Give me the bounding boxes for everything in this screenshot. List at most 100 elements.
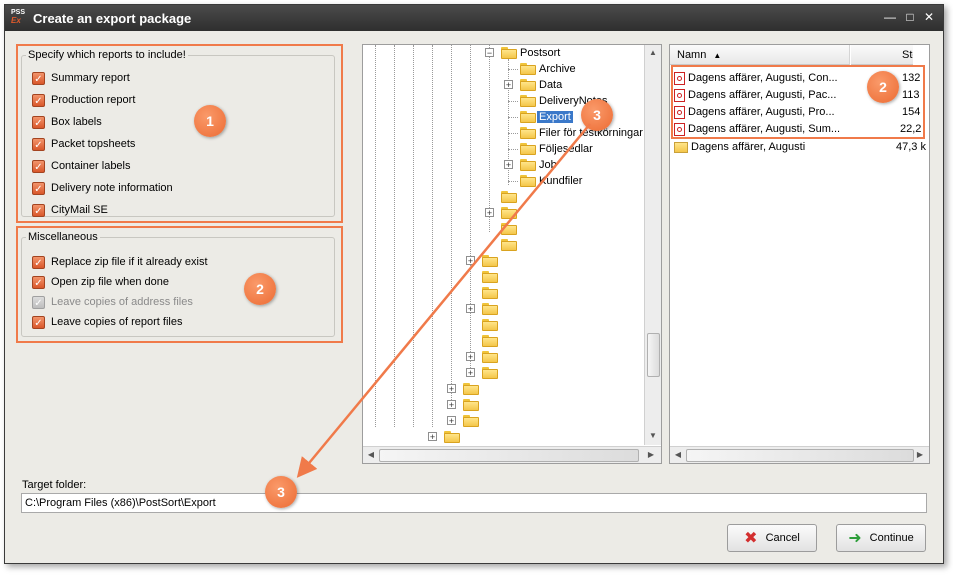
checkmark-icon[interactable]: ✓ — [32, 137, 45, 151]
checkmark-icon[interactable]: ✓ — [32, 115, 45, 129]
scroll-thumb[interactable] — [647, 333, 660, 377]
checkbox-packet-topsheets[interactable]: ✓ Packet topsheets — [32, 136, 135, 152]
checkbox-replace-zip[interactable]: ✓ Replace zip file if it already exist — [32, 254, 208, 270]
file-list-horizontal-scrollbar[interactable]: ◀ ▶ — [670, 446, 929, 463]
folder-icon — [520, 63, 536, 75]
folder-icon — [501, 239, 517, 251]
expand-icon[interactable]: + — [447, 400, 456, 410]
tree-guide — [508, 117, 518, 118]
expand-icon[interactable]: + — [466, 368, 475, 378]
folder-icon — [444, 431, 460, 443]
expand-icon[interactable]: + — [485, 208, 494, 218]
checkbox-summary-report[interactable]: ✓ Summary report — [32, 70, 130, 86]
folder-icon — [520, 79, 536, 91]
tree-guide — [470, 45, 471, 368]
expand-icon[interactable]: + — [447, 416, 456, 426]
app-logo-icon: PSS Ex — [11, 9, 26, 25]
checkmark-icon[interactable]: ✓ — [32, 203, 45, 217]
folder-icon — [501, 207, 517, 219]
tree-node-data[interactable]: Data — [539, 79, 562, 91]
folder-icon — [482, 303, 498, 315]
callout-badge-2-right: 2 — [867, 71, 899, 103]
checkmark-icon[interactable]: ✓ — [32, 315, 45, 329]
scroll-down-icon[interactable]: ▼ — [646, 429, 660, 443]
folder-tree[interactable]: − Postsort Archive + Data DeliveryNotes … — [362, 44, 662, 464]
checkmark-icon[interactable]: ✓ — [32, 93, 45, 107]
checkbox-leave-report-files[interactable]: ✓ Leave copies of report files — [32, 314, 182, 330]
folder-icon — [520, 143, 536, 155]
reports-group: Specify which reports to include! ✓ Summ… — [21, 49, 335, 217]
expand-icon[interactable]: + — [504, 80, 513, 90]
column-header-size[interactable]: Storle — [851, 45, 913, 65]
tree-guide — [489, 45, 490, 232]
checkbox-delivery-note-information[interactable]: ✓ Delivery note information — [32, 180, 173, 196]
checkbox-production-report[interactable]: ✓ Production report — [32, 92, 135, 108]
tree-guide — [432, 45, 433, 427]
folder-icon — [520, 175, 536, 187]
folder-icon — [501, 47, 517, 59]
close-icon[interactable]: ✕ — [922, 10, 936, 24]
cancel-button[interactable]: ✖ Cancel — [727, 524, 817, 552]
scroll-up-icon[interactable]: ▲ — [646, 46, 660, 60]
checkbox-leave-address-files: ✓ Leave copies of address files — [32, 294, 193, 310]
folder-icon — [482, 287, 498, 299]
tree-node-export[interactable]: Export — [537, 111, 573, 123]
scroll-thumb[interactable] — [379, 449, 639, 462]
minimize-icon[interactable]: — — [883, 10, 897, 24]
title-bar[interactable]: PSS Ex Create an export package — □ ✕ — [5, 5, 943, 31]
tree-node-job[interactable]: Job — [539, 159, 557, 171]
checkbox-container-labels[interactable]: ✓ Container labels — [32, 158, 131, 174]
checkmark-icon: ✓ — [32, 295, 45, 309]
tree-guide — [451, 45, 452, 400]
folder-icon — [520, 159, 536, 171]
tree-node-kundfiler[interactable]: Kundfiler — [539, 175, 582, 187]
expand-icon[interactable]: + — [447, 384, 456, 394]
folder-icon — [463, 399, 479, 411]
expand-icon[interactable]: + — [466, 304, 475, 314]
target-folder-input[interactable]: C:\Program Files (x86)\PostSort\Export — [21, 493, 927, 513]
collapse-icon[interactable]: − — [485, 48, 494, 58]
checkmark-icon[interactable]: ✓ — [32, 159, 45, 173]
folder-icon — [482, 255, 498, 267]
misc-group: Miscellaneous ✓ Replace zip file if it a… — [21, 231, 335, 337]
tree-node-foljesedlar[interactable]: Följesedlar — [539, 143, 593, 155]
checkbox-box-labels[interactable]: ✓ Box labels — [32, 114, 102, 130]
file-size: 47,3 k — [896, 141, 926, 153]
tree-guide — [508, 101, 518, 102]
arrow-right-icon: ➜ — [848, 530, 862, 547]
column-header-name[interactable]: Namn ▲ — [670, 45, 850, 65]
tree-guide — [375, 45, 376, 427]
sort-ascending-icon: ▲ — [713, 51, 722, 60]
checkmark-icon[interactable]: ✓ — [32, 255, 45, 269]
folder-icon — [520, 111, 536, 123]
checkbox-citymail-se[interactable]: ✓ CityMail SE — [32, 202, 108, 218]
maximize-icon[interactable]: □ — [903, 10, 917, 24]
expand-icon[interactable]: + — [428, 432, 437, 442]
window-title: Create an export package — [33, 11, 192, 26]
tree-horizontal-scrollbar[interactable]: ◀ ▶ — [363, 446, 661, 463]
file-row[interactable]: Dagens affärer, Augusti — [674, 139, 805, 156]
checkmark-icon[interactable]: ✓ — [32, 71, 45, 85]
checkmark-icon[interactable]: ✓ — [32, 181, 45, 195]
checkmark-icon[interactable]: ✓ — [32, 275, 45, 289]
tree-guide — [394, 45, 395, 427]
scroll-thumb[interactable] — [686, 449, 914, 462]
callout-badge-1: 1 — [194, 105, 226, 137]
tree-guide — [508, 133, 518, 134]
folder-icon — [482, 351, 498, 363]
checkbox-open-zip[interactable]: ✓ Open zip file when done — [32, 274, 169, 290]
continue-button[interactable]: ➜ Continue — [836, 524, 926, 552]
scroll-right-icon[interactable]: ▶ — [913, 448, 927, 462]
scroll-right-icon[interactable]: ▶ — [644, 448, 658, 462]
expand-icon[interactable]: + — [504, 160, 513, 170]
scroll-left-icon[interactable]: ◀ — [671, 448, 685, 462]
expand-icon[interactable]: + — [466, 256, 475, 266]
folder-icon — [482, 335, 498, 347]
dialog-client-area: Specify which reports to include! ✓ Summ… — [5, 31, 943, 563]
expand-icon[interactable]: + — [466, 352, 475, 362]
tree-vertical-scrollbar[interactable]: ▲ ▼ — [644, 45, 661, 445]
tree-node-postsort[interactable]: Postsort — [520, 47, 560, 59]
scroll-left-icon[interactable]: ◀ — [364, 448, 378, 462]
folder-icon — [520, 127, 536, 139]
tree-node-archive[interactable]: Archive — [539, 63, 576, 75]
